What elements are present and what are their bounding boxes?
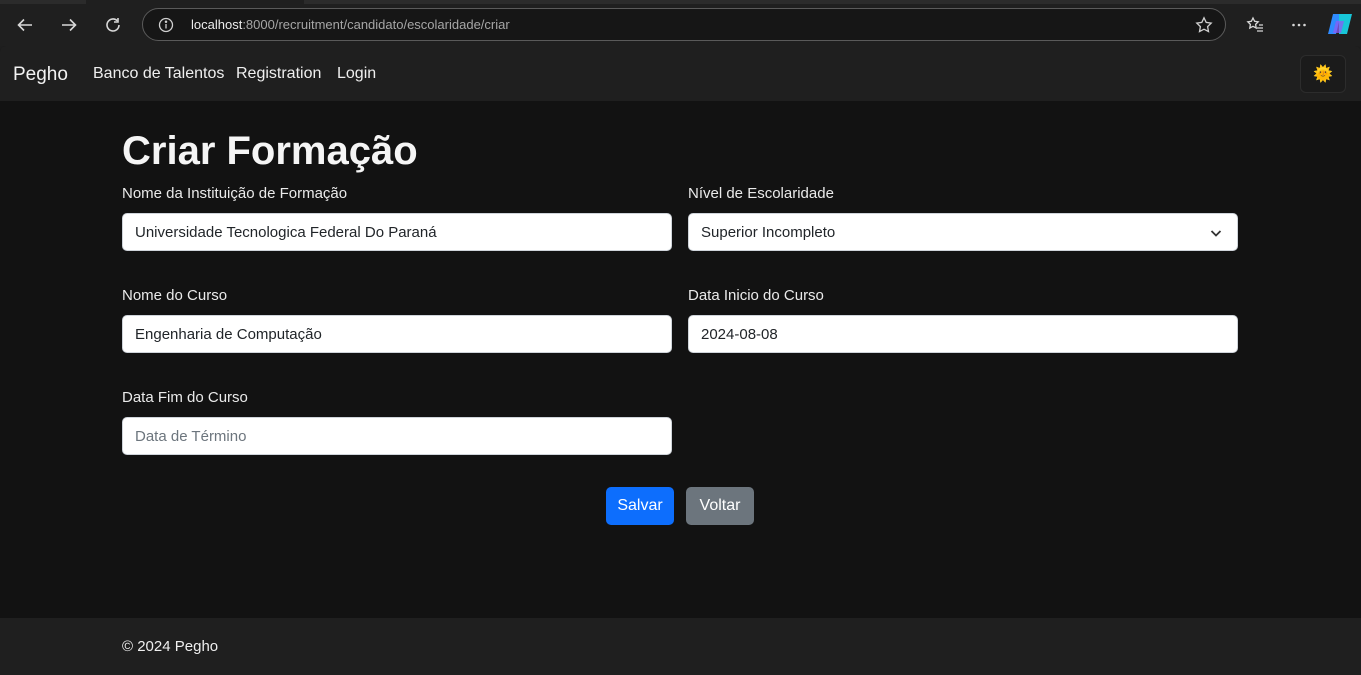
level-selected-value: Superior Incompleto xyxy=(701,223,836,241)
refresh-icon[interactable] xyxy=(99,11,127,39)
level-select[interactable]: Superior Incompleto xyxy=(688,213,1238,251)
url-text[interactable]: localhost:8000/recruitment/candidato/esc… xyxy=(191,17,510,32)
sun-icon: 🌞 xyxy=(1313,66,1333,83)
copilot-icon[interactable] xyxy=(1327,12,1353,36)
nav-link-login[interactable]: Login xyxy=(337,65,376,83)
site-footer: © 2024 Pegho xyxy=(0,618,1361,675)
institution-input[interactable] xyxy=(122,213,672,251)
course-input[interactable] xyxy=(122,315,672,353)
start-date-input[interactable] xyxy=(688,315,1238,353)
end-date-label: Data Fim do Curso xyxy=(122,389,248,406)
start-date-label: Data Inicio do Curso xyxy=(688,287,824,304)
save-button[interactable]: Salvar xyxy=(606,487,674,525)
favorites-icon[interactable] xyxy=(1241,11,1269,39)
footer-copyright: © 2024 Pegho xyxy=(122,638,219,655)
web-page: Pegho Banco de Talentos Registration Log… xyxy=(0,46,1361,675)
institution-label: Nome da Instituição de Formação xyxy=(122,185,348,202)
star-icon[interactable] xyxy=(1195,16,1213,34)
end-date-input[interactable] xyxy=(122,417,672,455)
nav-link-registration[interactable]: Registration xyxy=(236,65,321,83)
chevron-down-icon xyxy=(1210,230,1222,237)
page-title: Criar Formação xyxy=(122,129,418,173)
active-tab[interactable] xyxy=(86,0,304,4)
more-options-icon[interactable] xyxy=(1285,11,1313,39)
url-path: :8000/recruitment/candidato/escolaridade… xyxy=(242,17,510,32)
tab-strip xyxy=(0,0,1361,4)
course-label: Nome do Curso xyxy=(122,287,228,304)
level-label: Nível de Escolaridade xyxy=(688,185,834,202)
nav-link-banco-de-talentos[interactable]: Banco de Talentos xyxy=(93,65,224,83)
site-navbar: Pegho Banco de Talentos Registration Log… xyxy=(0,46,1361,101)
brand-link[interactable]: Pegho xyxy=(13,64,68,86)
info-icon[interactable] xyxy=(158,17,174,33)
back-button[interactable]: Voltar xyxy=(686,487,754,525)
address-bar[interactable]: localhost:8000/recruitment/candidato/esc… xyxy=(142,8,1226,41)
theme-toggle-button[interactable]: 🌞 xyxy=(1300,55,1346,93)
url-host: localhost xyxy=(191,17,243,32)
browser-toolbar: localhost:8000/recruitment/candidato/esc… xyxy=(0,0,1361,46)
back-arrow-icon[interactable] xyxy=(11,11,39,39)
forward-arrow-icon[interactable] xyxy=(55,11,83,39)
